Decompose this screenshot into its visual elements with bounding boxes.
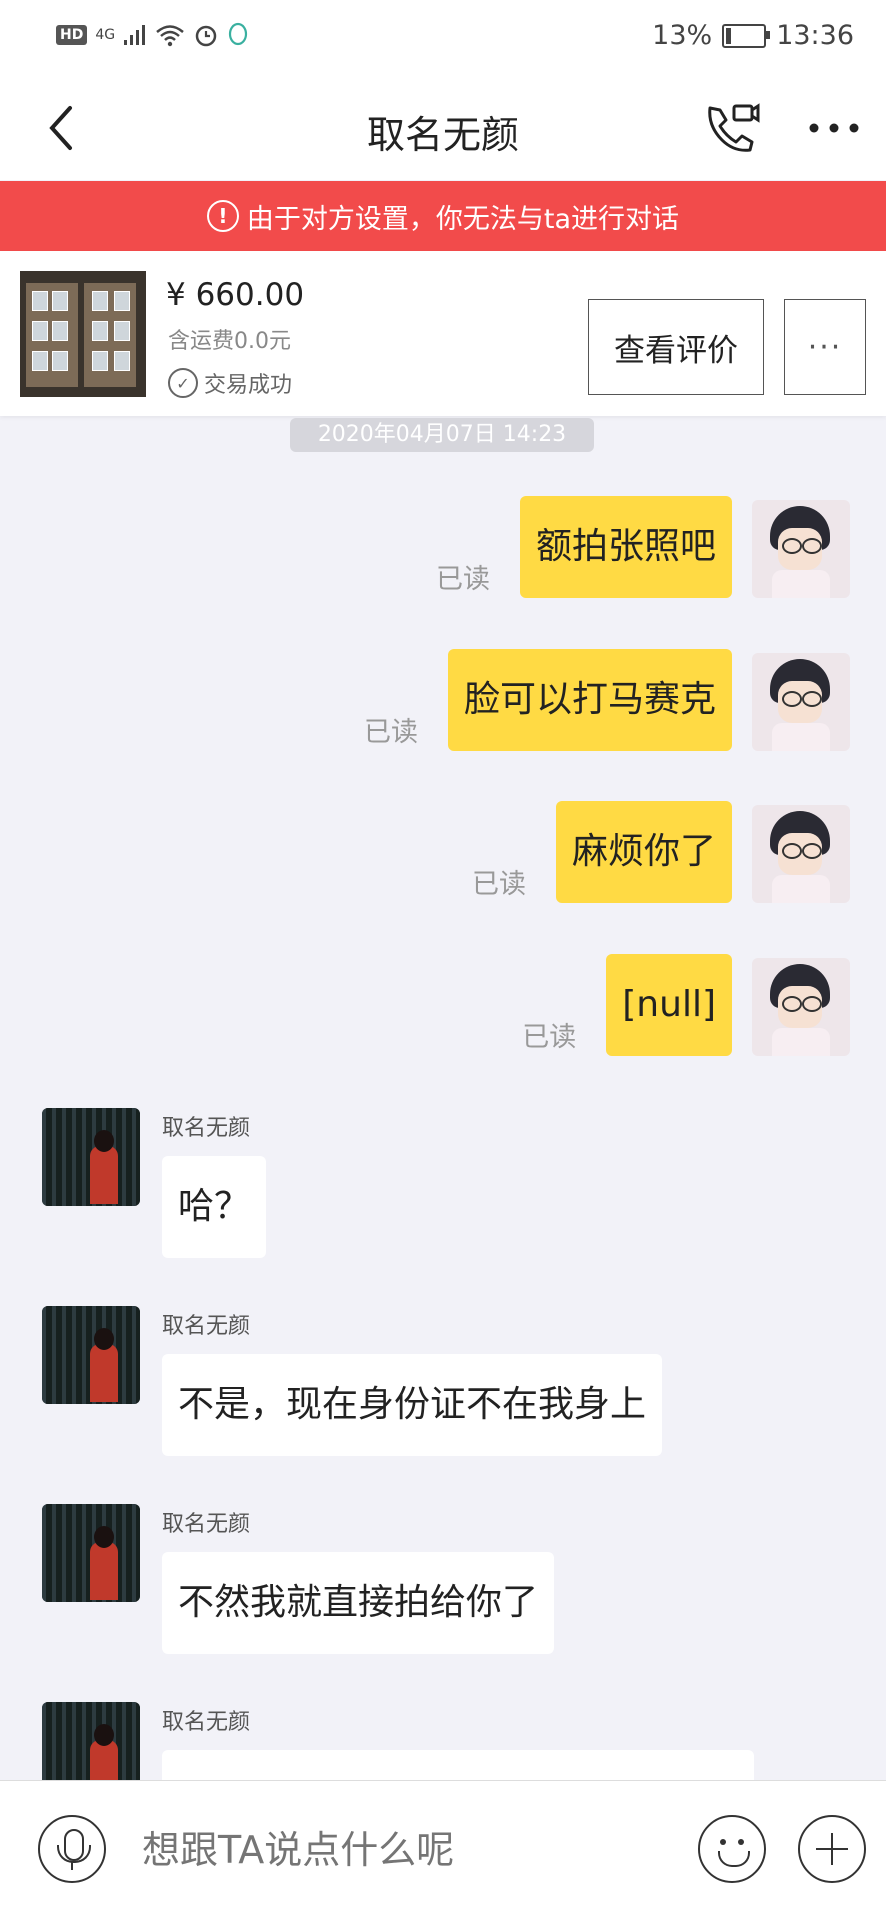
message-timestamp: 2020年04月07日 14:23: [290, 418, 594, 452]
my-avatar[interactable]: [752, 500, 850, 598]
message-bubble[interactable]: 麻烦你了: [555, 801, 732, 903]
battery-percent: 13%: [652, 20, 713, 51]
status-bar: HD 4G 13% 13:36: [0, 0, 886, 76]
alert-icon: !: [206, 200, 239, 232]
product-card: ¥ 660.00 含运费0.0元 ✓ 交易成功 查看评价 ···: [0, 251, 886, 416]
sender-name: 取名无颜: [162, 1710, 251, 1735]
add-attachment-button[interactable]: [798, 1815, 866, 1883]
message-bubble[interactable]: 额拍张照吧: [519, 496, 732, 598]
outgoing-message: 已读 额拍张照吧: [436, 496, 850, 598]
outgoing-message: 已读 麻烦你了: [472, 801, 850, 903]
message-bubble[interactable]: [null]: [606, 954, 732, 1056]
sender-name: 取名无颜: [162, 1512, 251, 1537]
wifi-icon: [156, 25, 184, 47]
call-button[interactable]: [700, 96, 764, 160]
contact-avatar[interactable]: [42, 1108, 140, 1206]
contact-avatar[interactable]: [42, 1504, 140, 1602]
my-avatar[interactable]: [752, 958, 850, 1056]
incoming-message: 取名无颜 不然我就直接拍给你了: [42, 1504, 555, 1654]
product-thumbnail[interactable]: [20, 271, 146, 397]
transaction-status: ✓ 交易成功: [168, 367, 292, 399]
emoji-button[interactable]: [698, 1815, 766, 1883]
message-bubble[interactable]: 不是，现在身份证不在我身上: [162, 1354, 663, 1456]
read-receipt: 已读: [471, 869, 526, 900]
view-review-button[interactable]: 查看评价: [588, 299, 764, 395]
read-receipt: 已读: [522, 1022, 577, 1053]
product-more-button[interactable]: ···: [784, 299, 866, 395]
more-options-button[interactable]: [806, 108, 862, 148]
battery-icon: [722, 23, 771, 48]
network-type: 4G: [95, 27, 116, 43]
message-input-bar: [0, 1780, 886, 1921]
product-price: ¥ 660.00: [166, 277, 305, 313]
read-receipt: 已读: [435, 564, 490, 595]
alarm-icon: [195, 25, 217, 47]
check-circle-icon: ✓: [168, 368, 198, 398]
outgoing-message: 已读 [null]: [522, 954, 850, 1056]
hd-indicator: HD: [56, 25, 88, 45]
shipping-fee: 含运费0.0元: [168, 329, 291, 354]
my-avatar[interactable]: [752, 805, 850, 903]
banner-text: 由于对方设置，你无法与ta进行对话: [246, 203, 680, 235]
chat-header: 取名无颜: [0, 76, 886, 180]
message-bubble[interactable]: 脸可以打马赛克: [447, 649, 732, 751]
message-bubble[interactable]: 不然我就直接拍给你了: [162, 1552, 555, 1654]
contact-avatar[interactable]: [42, 1306, 140, 1404]
my-avatar[interactable]: [752, 653, 850, 751]
transaction-status-label: 交易成功: [204, 373, 293, 398]
phone-video-icon: [708, 103, 760, 152]
sender-name: 取名无颜: [162, 1314, 251, 1339]
message-input[interactable]: [140, 1811, 664, 1889]
more-dots-icon: [809, 123, 859, 133]
incoming-message: 取名无颜 不是，现在身份证不在我身上: [42, 1306, 663, 1456]
sender-name: 取名无颜: [162, 1116, 251, 1141]
read-receipt: 已读: [363, 717, 418, 748]
incoming-message: 取名无颜 哈？: [42, 1108, 267, 1258]
voice-button[interactable]: [38, 1815, 106, 1883]
qq-icon: [229, 22, 248, 46]
signal-icon: [124, 25, 146, 45]
restriction-banner: ! 由于对方设置，你无法与ta进行对话: [0, 181, 886, 251]
outgoing-message: 已读 脸可以打马赛克: [364, 649, 850, 751]
clock: 13:36: [776, 20, 854, 51]
message-bubble[interactable]: 哈？: [162, 1156, 267, 1258]
